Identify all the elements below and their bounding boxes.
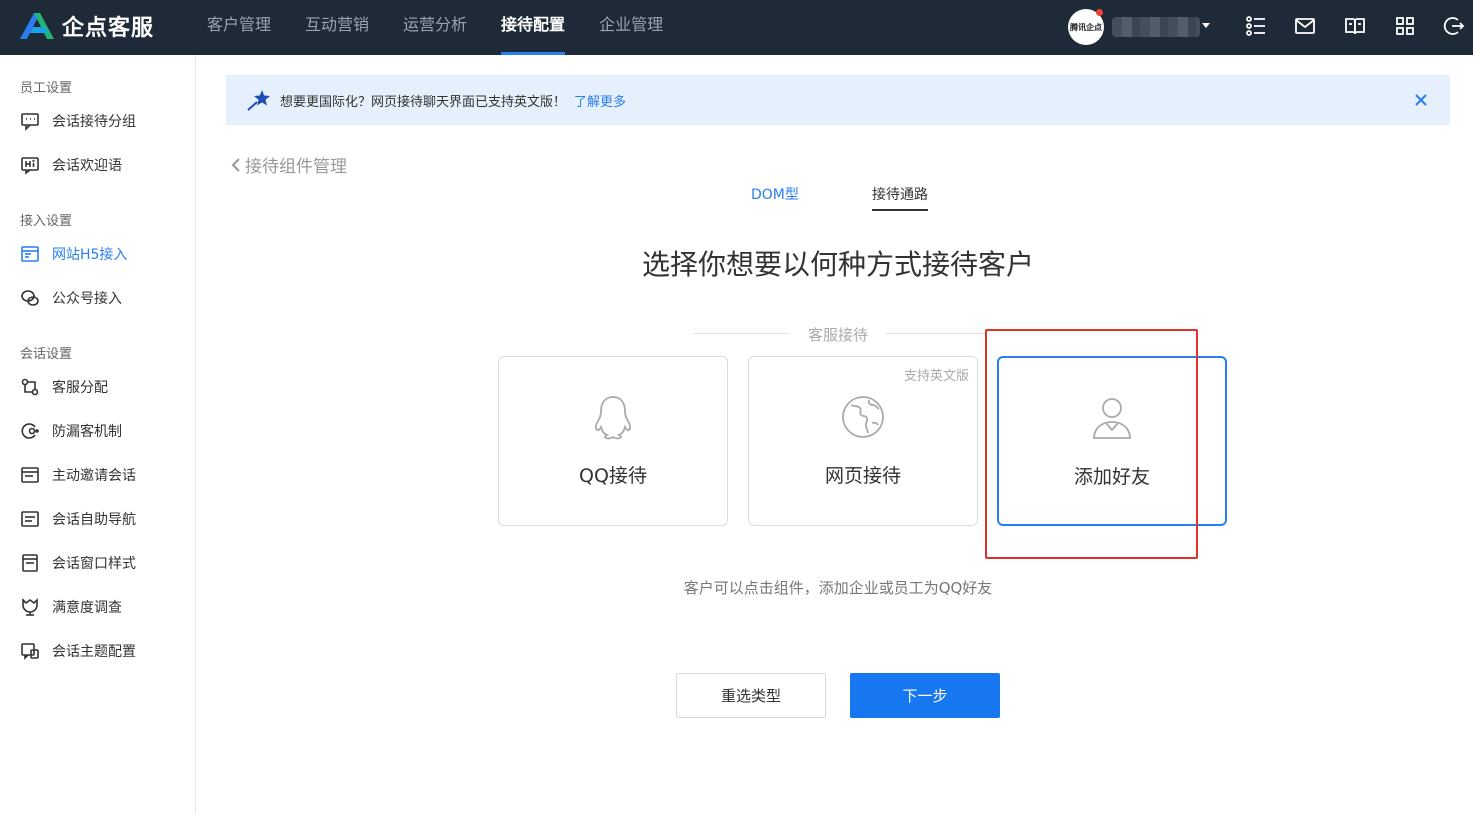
sidebar-item-welcome[interactable]: 会话欢迎语 (20, 153, 122, 177)
shield-user-icon (20, 421, 40, 441)
satisfaction-icon (20, 597, 40, 617)
chat-group-icon (20, 111, 40, 131)
nav-customer-management[interactable]: 客户管理 (190, 0, 288, 55)
logo-text: 企点客服 (62, 16, 155, 41)
back-link[interactable]: 接待组件管理 (230, 152, 347, 177)
caret-down-icon[interactable] (1202, 23, 1210, 28)
close-icon[interactable] (1412, 91, 1430, 109)
tab-reception-route[interactable]: 接待通路 (872, 184, 928, 211)
nav-list-icon (20, 509, 40, 529)
sidebar-item-self-nav[interactable]: 会话自助导航 (20, 507, 136, 531)
nav-enterprise-management[interactable]: 企业管理 (582, 0, 680, 55)
qq-penguin-icon (589, 393, 637, 441)
next-step-button[interactable]: 下一步 (850, 673, 1000, 718)
tasks-icon[interactable] (1245, 15, 1267, 37)
notification-dot (1096, 9, 1103, 16)
sidebar-item-label: 防漏客机制 (52, 424, 122, 440)
sidebar-group-title: 接入设置 (20, 214, 73, 229)
book-icon[interactable] (1344, 15, 1366, 37)
section-label: 客服接待 (790, 324, 886, 345)
sidebar-group-title: 会话设置 (20, 347, 73, 362)
sidebar: 员工设置 会话接待分组 会话欢迎语 接入设置 网站H5接入 公众号接入 会话设置… (0, 55, 196, 813)
chevron-left-icon (231, 157, 240, 172)
sidebar-item-label: 会话主题配置 (52, 644, 136, 660)
wechat-icon (20, 288, 40, 308)
sidebar-item-label: 公众号接入 (52, 291, 122, 307)
mail-icon[interactable] (1294, 15, 1316, 37)
sidebar-item-label: 主动邀请会话 (52, 468, 136, 484)
window-style-icon (20, 553, 40, 573)
globe-icon (839, 393, 887, 441)
sidebar-item-invite[interactable]: 主动邀请会话 (20, 463, 136, 487)
sidebar-item-label: 会话接待分组 (52, 114, 136, 130)
sidebar-item-label: 满意度调查 (52, 600, 122, 616)
logo-icon (20, 13, 54, 39)
card-label: 网页接待 (824, 465, 901, 487)
apps-icon[interactable] (1394, 15, 1416, 37)
card-label: QQ接待 (579, 465, 647, 487)
sidebar-item-window-style[interactable]: 会话窗口样式 (20, 551, 136, 575)
page-title: 选择你想要以何种方式接待客户 (641, 248, 1034, 281)
sidebar-item-topic-config[interactable]: 会话主题配置 (20, 639, 136, 663)
topic-icon (20, 641, 40, 661)
sidebar-item-web-h5[interactable]: 网站H5接入 (20, 242, 127, 266)
section-divider-left (693, 333, 790, 334)
assign-icon (20, 377, 40, 397)
logout-icon[interactable] (1443, 15, 1465, 37)
sidebar-item-official-account[interactable]: 公众号接入 (20, 286, 122, 310)
back-label: 接待组件管理 (245, 157, 347, 177)
notice-text: 想要更国际化？网页接待聊天界面已支持英文版！ (280, 94, 567, 110)
sidebar-item-label: 客服分配 (52, 380, 108, 396)
top-navbar: 企点客服 客户管理 互动营销 运营分析 接待配置 企业管理 腾讯企点 (0, 0, 1473, 55)
nav-operation-analysis[interactable]: 运营分析 (386, 0, 484, 55)
learn-more-link[interactable]: 了解更多 (574, 91, 626, 110)
sidebar-item-label: 会话欢迎语 (52, 158, 122, 174)
sidebar-item-label: 会话自助导航 (52, 512, 136, 528)
english-support-badge: 支持英文版 (903, 369, 969, 384)
star-wand-icon (247, 90, 270, 111)
sidebar-item-label: 网站H5接入 (52, 247, 128, 263)
card-web-reception[interactable]: 支持英文版 网页接待 (748, 356, 978, 526)
web-window-icon (20, 244, 40, 264)
tab-dom[interactable]: DOM型 (751, 184, 799, 204)
app-logo[interactable]: 企点客服 (18, 10, 154, 42)
main-nav: 客户管理 互动营销 运营分析 接待配置 企业管理 (190, 0, 680, 55)
hi-icon (20, 155, 40, 175)
sidebar-item-satisfaction[interactable]: 满意度调查 (20, 595, 122, 619)
selection-highlight-box (985, 329, 1198, 559)
reselect-type-button[interactable]: 重选类型 (676, 673, 826, 718)
invite-window-icon (20, 465, 40, 485)
nav-interactive-marketing[interactable]: 互动营销 (288, 0, 386, 55)
sidebar-item-assignment[interactable]: 客服分配 (20, 375, 108, 399)
card-qq-reception[interactable]: QQ接待 (498, 356, 728, 526)
sidebar-group-title: 员工设置 (20, 81, 73, 96)
section-divider-right (886, 333, 986, 334)
sidebar-item-reception-group[interactable]: 会话接待分组 (20, 109, 136, 133)
sidebar-item-label: 会话窗口样式 (52, 556, 136, 572)
user-name-blurred[interactable] (1112, 17, 1200, 37)
notice-banner: 想要更国际化？网页接待聊天界面已支持英文版！ 了解更多 (226, 75, 1450, 125)
sidebar-item-anti-leak[interactable]: 防漏客机制 (20, 419, 122, 443)
nav-reception-config[interactable]: 接待配置 (484, 0, 582, 55)
option-description: 客户可以点击组件，添加企业或员工为QQ好友 (683, 579, 993, 597)
